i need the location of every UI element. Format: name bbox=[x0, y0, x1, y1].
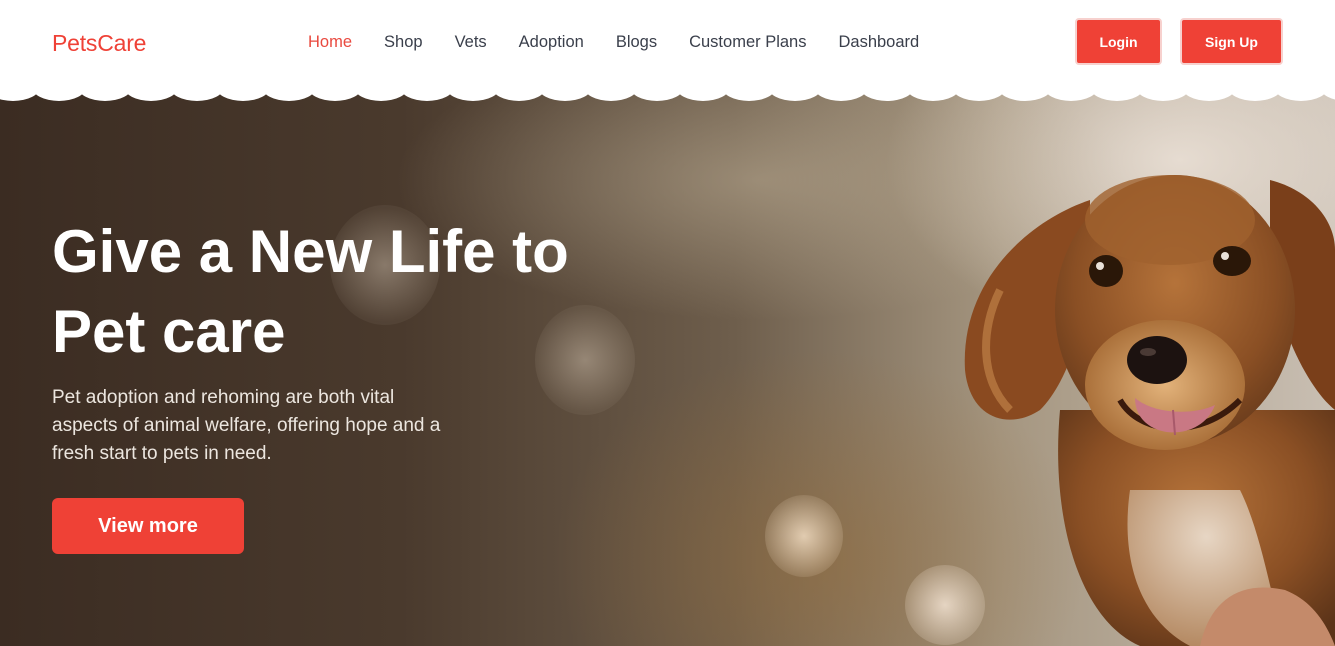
main-nav: Home Shop Vets Adoption Blogs Customer P… bbox=[308, 32, 951, 52]
brand-logo[interactable]: PetsCare bbox=[52, 30, 146, 57]
header-scalloped-edge bbox=[0, 78, 1335, 101]
nav-item-home[interactable]: Home bbox=[308, 32, 352, 52]
puppy-photo bbox=[940, 160, 1335, 646]
hero-title-line1: Give a New Life to bbox=[52, 218, 569, 285]
nav-item-dashboard[interactable]: Dashboard bbox=[838, 32, 919, 52]
nav-item-vets[interactable]: Vets bbox=[455, 32, 487, 52]
bokeh-light bbox=[765, 495, 843, 577]
site-header: PetsCare Home Shop Vets Adoption Blogs C… bbox=[0, 0, 1335, 88]
nav-item-blogs[interactable]: Blogs bbox=[616, 32, 657, 52]
page: PetsCare Home Shop Vets Adoption Blogs C… bbox=[0, 0, 1335, 646]
signup-button[interactable]: Sign Up bbox=[1180, 18, 1283, 65]
nav-item-shop[interactable]: Shop bbox=[384, 32, 423, 52]
hero-description: Pet adoption and rehoming are both vital… bbox=[52, 387, 441, 464]
nav-item-adoption[interactable]: Adoption bbox=[519, 32, 584, 52]
view-more-button[interactable]: View more bbox=[52, 498, 244, 554]
nav-item-customer-plans[interactable]: Customer Plans bbox=[689, 32, 806, 52]
login-button[interactable]: Login bbox=[1075, 18, 1162, 65]
hero-title: Give a New Life to Pet care bbox=[52, 212, 672, 372]
hero-title-line2: Pet care bbox=[52, 298, 286, 365]
